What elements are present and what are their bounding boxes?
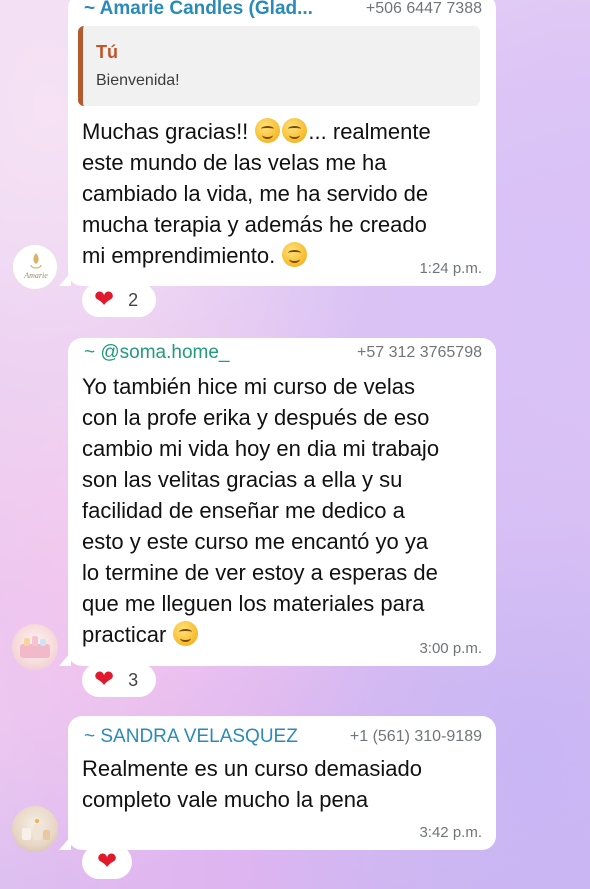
heart-icon: ❤: [96, 848, 118, 875]
message-header: ~ Amarie Candles (Glad... +506 6447 7388: [84, 0, 482, 22]
hugging-face-emoji-icon: [282, 242, 308, 267]
hugging-face-emoji-icon: [255, 118, 281, 143]
reply-author: Tú: [96, 42, 118, 62]
message-line: este mundo de las velas me ha: [82, 150, 387, 175]
message-header: ~ @soma.home_ +57 312 3765798: [84, 342, 482, 366]
sender-name[interactable]: ~ Amarie Candles (Glad...: [84, 0, 313, 20]
reaction-heart-3[interactable]: ❤ 3: [82, 663, 156, 697]
message-line: con la profe erika y después de eso: [82, 405, 430, 430]
message-line: completo vale mucho la pena: [82, 787, 369, 812]
candle-logo-icon: Amarie: [23, 253, 48, 280]
smiling-face-emoji-icon: [173, 621, 199, 646]
reaction-count: 3: [128, 669, 139, 690]
candles-photo-icon: [22, 819, 50, 840]
message-line: son las velitas gracias a ella y su: [82, 467, 403, 492]
avatar-sandra[interactable]: [12, 806, 58, 852]
message-line: esto y este curso me encantó yo ya: [82, 529, 429, 554]
bubble-tail: [59, 836, 71, 850]
message-line: Yo también hice mi curso de velas: [82, 374, 416, 399]
message-line: facilidad de enseñar me dedico a: [82, 498, 405, 523]
message-line: mucha terapia y además he creado: [82, 212, 427, 237]
avatar-soma[interactable]: [12, 624, 58, 670]
message-text: Yo también hice mi curso de velas con la…: [82, 371, 484, 650]
message-time: 1:24 p.m.: [419, 260, 482, 277]
reaction-count: 2: [128, 289, 139, 310]
hugging-face-emoji-icon: [282, 118, 308, 143]
sender-phone: +1 (561) 310-9189: [349, 728, 482, 745]
reply-quote[interactable]: Tú Bienvenida!: [78, 26, 480, 106]
shop-photo-icon: [20, 636, 50, 658]
heart-icon: ❤: [94, 286, 115, 313]
avatar-amarie[interactable]: Amarie: [12, 244, 58, 290]
reply-text: Bienvenida!: [96, 72, 180, 89]
message-bubble-sandra[interactable]: ~ SANDRA VELASQUEZ +1 (561) 310-9189 Rea…: [59, 716, 496, 850]
message-bubble-amarie[interactable]: ~ Amarie Candles (Glad... +506 6447 7388…: [59, 0, 496, 286]
message-text: Muchas gracias!! ... realmente este mund…: [82, 116, 484, 271]
avatar-logo-text: Amarie: [23, 271, 48, 280]
message-line: cambiado la vida, me ha servido de: [82, 181, 429, 206]
sender-phone: +57 312 3765798: [356, 344, 482, 361]
reaction-heart[interactable]: ❤: [82, 845, 132, 879]
bubble-tail: [59, 652, 71, 666]
message-line: lo termine de ver estoy a esperas de: [82, 560, 438, 585]
bubble-tail: [59, 272, 71, 286]
message-line: que me lleguen los materiales para: [82, 591, 425, 616]
sender-name[interactable]: ~ SANDRA VELASQUEZ: [84, 726, 298, 748]
sender-phone: +506 6447 7388: [365, 0, 482, 17]
message-bubble-soma[interactable]: ~ @soma.home_ +57 312 3765798 Yo también…: [59, 338, 496, 666]
message-text: Realmente es un curso demasiado completo…: [82, 753, 484, 815]
heart-icon: ❤: [94, 666, 115, 693]
message-line: Realmente es un curso demasiado: [82, 756, 422, 781]
message-header: ~ SANDRA VELASQUEZ +1 (561) 310-9189: [84, 726, 482, 750]
sender-name[interactable]: ~ @soma.home_: [84, 342, 230, 364]
message-time: 3:00 p.m.: [419, 640, 482, 657]
message-line: cambio mi vida hoy en dia mi trabajo: [82, 436, 440, 461]
reaction-heart-2[interactable]: ❤ 2: [82, 283, 156, 317]
message-time: 3:42 p.m.: [419, 824, 482, 841]
message-line: Muchas gracias!! ... realmente: [82, 118, 431, 144]
